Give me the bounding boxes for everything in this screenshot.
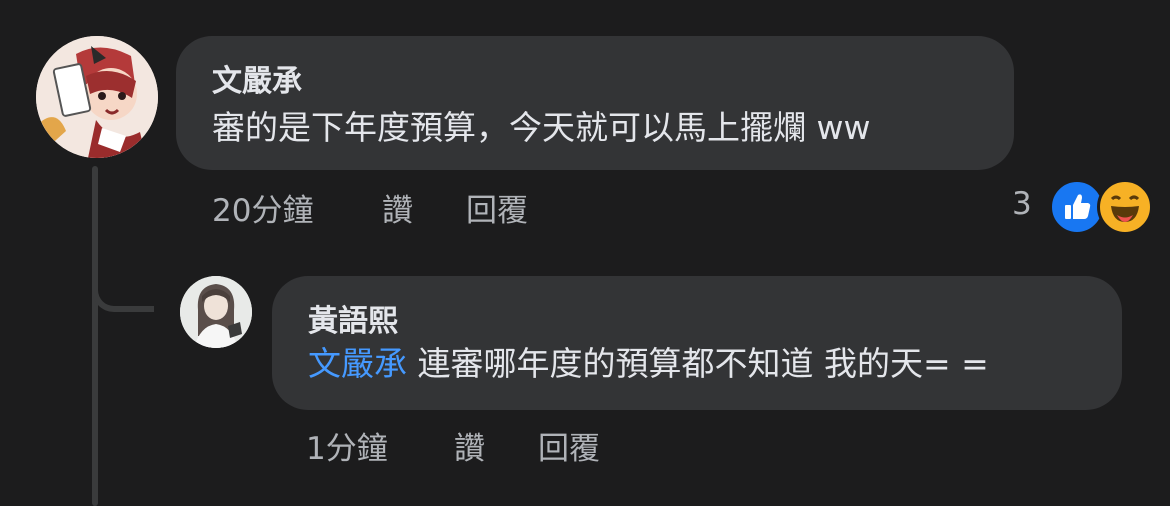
comment-timestamp[interactable]: 20分鐘 xyxy=(212,193,313,229)
avatar[interactable] xyxy=(36,36,158,158)
comment-text: 審的是下年度預算，今天就可以馬上擺爛 ww xyxy=(212,108,871,147)
comment-bubble: 文嚴承 審的是下年度預算，今天就可以馬上擺爛 ww xyxy=(176,36,1014,170)
anime-avatar-illustration xyxy=(36,36,158,158)
comment-timestamp[interactable]: 1分鐘 xyxy=(306,431,388,467)
avatar[interactable] xyxy=(180,276,252,348)
comment-bubble: 黃語熙 文嚴承 連審哪年度的預算都不知道 我的天= = xyxy=(272,276,1122,410)
comment-author[interactable]: 文嚴承 xyxy=(212,64,302,100)
like-button[interactable]: 讚 xyxy=(454,431,485,467)
portrait-avatar xyxy=(180,276,252,348)
comment-body: 連審哪年度的預算都不知道 我的天= = xyxy=(407,344,989,383)
thread-connector-line xyxy=(92,166,98,506)
comment-text: 文嚴承 連審哪年度的預算都不知道 我的天= = xyxy=(308,344,989,384)
haha-icon[interactable] xyxy=(1097,179,1153,235)
reaction-count[interactable]: 3 xyxy=(1012,186,1032,222)
reply-button[interactable]: 回覆 xyxy=(538,431,600,467)
mention-link[interactable]: 文嚴承 xyxy=(308,344,407,383)
reply-connector-curve xyxy=(92,246,154,312)
comment-author[interactable]: 黃語熙 xyxy=(308,304,398,340)
reply-button[interactable]: 回覆 xyxy=(466,193,528,229)
like-button[interactable]: 讚 xyxy=(382,193,413,229)
